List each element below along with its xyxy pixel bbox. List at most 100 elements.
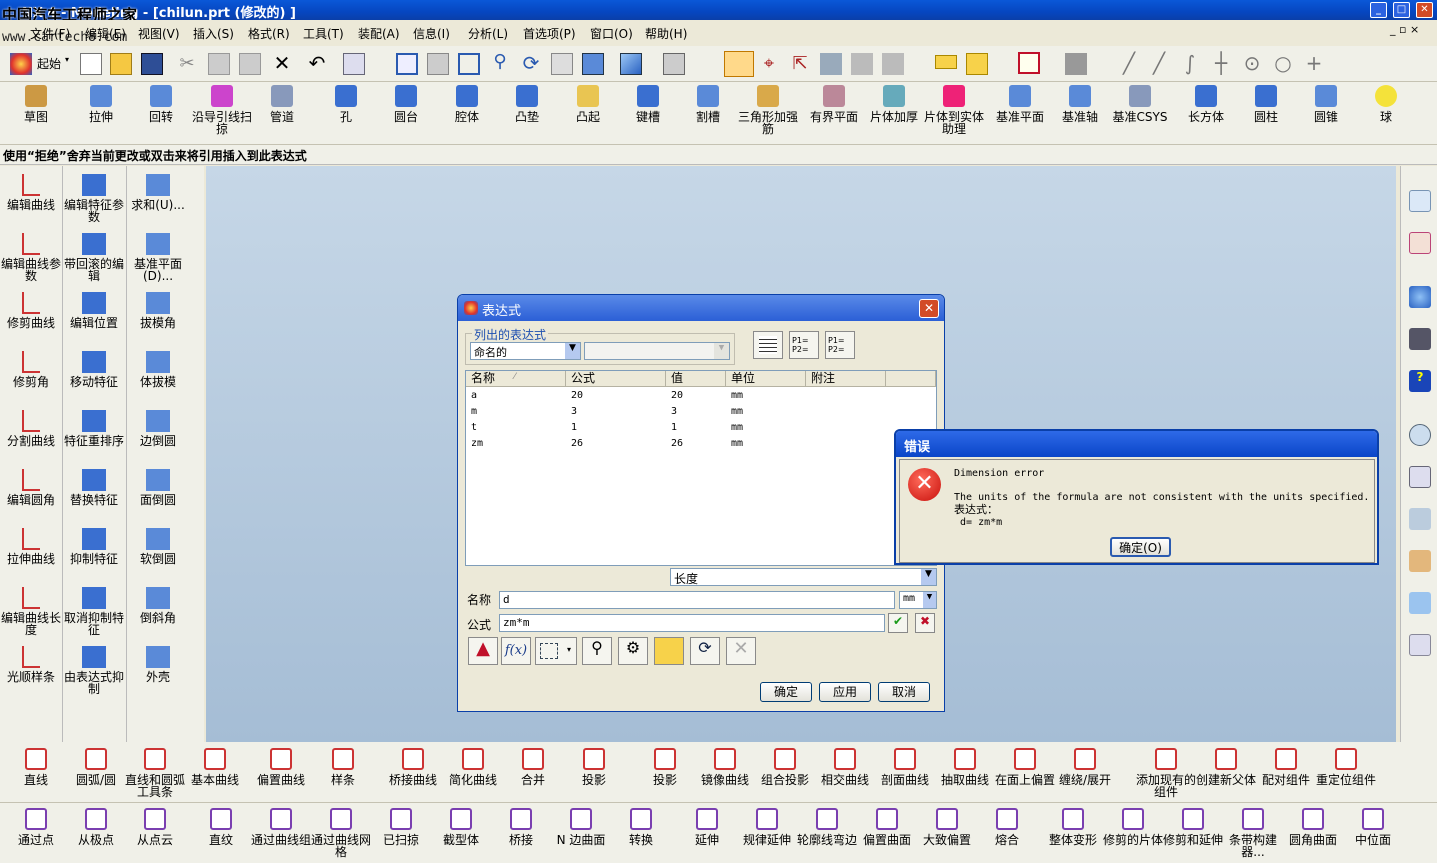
left-col1-item-7[interactable]: 编辑曲线长度 — [0, 587, 62, 636]
zoom-icon[interactable] — [458, 53, 480, 75]
bottom-row1-item-11[interactable]: 镜像曲线 — [695, 748, 755, 786]
bottom-row1-item-15[interactable]: 抽取曲线 — [935, 748, 995, 786]
left-col3-item-4[interactable]: 边倒圆 — [127, 410, 189, 447]
col-formula[interactable]: 公式 — [566, 371, 666, 387]
col-name[interactable]: 名称 — [466, 371, 566, 387]
refresh-button[interactable]: ⟳ — [690, 637, 720, 665]
bottom-row2-item-15[interactable]: 大致偏置 — [917, 808, 977, 846]
link-button[interactable]: ⚲ — [582, 637, 612, 665]
tool-slot[interactable]: 键槽 — [618, 85, 678, 123]
save-icon[interactable] — [141, 53, 163, 75]
tool-emboss[interactable]: 凸起 — [558, 85, 618, 123]
grid-icon[interactable] — [1065, 53, 1087, 75]
web-browser-icon[interactable] — [1409, 286, 1431, 308]
bottom-row1-item-10[interactable]: 投影 — [635, 748, 695, 786]
bottom-row2-item-17[interactable]: 整体变形 — [1043, 808, 1103, 846]
tool-sketch[interactable]: 草图 — [6, 85, 66, 123]
bottom-row2-item-6[interactable]: 已扫掠 — [371, 808, 431, 846]
apply-button[interactable]: 应用 — [819, 682, 871, 702]
system-materials-icon[interactable] — [1409, 508, 1431, 530]
perspective-icon[interactable] — [582, 53, 604, 75]
table-row[interactable] — [466, 420, 936, 436]
bottom-row2-item-21[interactable]: 圆角曲面 — [1283, 808, 1343, 846]
part-navigator-icon[interactable] — [1409, 232, 1431, 254]
tool-sweep[interactable]: 沿导引线扫掠 — [192, 85, 252, 135]
tool-cone[interactable]: 圆锥 — [1296, 85, 1356, 123]
bottom-row1-item-19[interactable]: 创建新父体 — [1196, 748, 1256, 786]
tool-block[interactable]: 长方体 — [1176, 85, 1236, 123]
measure-button[interactable]: ▾ — [535, 637, 577, 665]
roles-icon[interactable] — [1409, 550, 1431, 572]
system-scenes-icon[interactable] — [1409, 592, 1431, 614]
col-unit[interactable]: 单位 — [726, 371, 806, 387]
menu-analysis[interactable]: 分析(L) — [468, 25, 508, 42]
history-icon[interactable] — [1409, 424, 1431, 446]
bottom-row1-item-9[interactable]: 投影 — [564, 748, 624, 786]
tool-pad[interactable]: 凸垫 — [497, 85, 557, 123]
left-col2-item-8[interactable]: 由表达式抑制 — [63, 646, 125, 695]
left-col1-item-1[interactable]: 编辑曲线参数 — [0, 233, 62, 282]
bottom-row2-item-0[interactable]: 通过点 — [6, 808, 66, 846]
start-icon[interactable] — [10, 53, 32, 75]
left-col1-item-5[interactable]: 编辑圆角 — [0, 469, 62, 506]
bottom-row2-item-19[interactable]: 修剪和延伸 — [1163, 808, 1223, 846]
reject-formula-button[interactable]: ✖ — [915, 613, 935, 633]
delete-up-arrow-button[interactable]: ▲ — [468, 637, 498, 665]
name-input[interactable]: d — [499, 591, 895, 609]
palettes-icon[interactable] — [1409, 634, 1431, 656]
point-icon[interactable]: + — [1303, 51, 1325, 75]
bottom-row1-item-16[interactable]: 在面上偏置 — [995, 748, 1055, 786]
menu-file[interactable]: 文件(F) — [30, 25, 70, 42]
tool-datum-axis[interactable]: 基准轴 — [1050, 85, 1110, 123]
tool-sheet-to-solid[interactable]: 片体到实体助理 — [924, 85, 984, 135]
left-col2-item-3[interactable]: 移动特征 — [63, 351, 125, 388]
export-expressions-button[interactable]: P1= P2= — [825, 331, 855, 359]
dimension-type-select[interactable]: 长度 ▼ — [670, 568, 937, 586]
line-icon[interactable]: ╱ — [1118, 51, 1140, 75]
tool-tube[interactable]: 管道 — [252, 85, 312, 123]
doc-window-controls[interactable]: _ ▫ × — [1390, 23, 1419, 36]
left-col3-item-2[interactable]: 拔模角 — [127, 292, 189, 329]
menu-info[interactable]: 信息(I) — [413, 25, 450, 42]
tool-groove[interactable]: 割槽 — [678, 85, 738, 123]
bottom-row2-item-18[interactable]: 修剪的片体 — [1103, 808, 1163, 846]
minimize-button[interactable]: _ — [1370, 2, 1387, 18]
bottom-row1-item-5[interactable]: 样条 — [313, 748, 373, 786]
menu-format[interactable]: 格式(R) — [248, 25, 290, 42]
menu-edit[interactable]: 编辑(E) — [85, 25, 126, 42]
cancel-button[interactable]: 取消 — [878, 682, 930, 702]
snap-icon[interactable] — [1018, 52, 1040, 74]
selection-filter-icon[interactable] — [343, 53, 365, 75]
left-col3-item-7[interactable]: 倒斜角 — [127, 587, 189, 624]
spreadsheet-button[interactable] — [753, 331, 783, 359]
assembly-navigator-icon[interactable] — [1409, 190, 1431, 212]
bottom-row2-item-9[interactable]: N 边曲面 — [551, 808, 611, 846]
function-button[interactable]: f(x) — [501, 637, 531, 665]
left-col2-item-1[interactable]: 带回滚的编辑 — [63, 233, 125, 282]
accept-formula-button[interactable]: ✔ — [888, 613, 908, 633]
menu-tools[interactable]: 工具(T) — [303, 25, 344, 42]
new-file-icon[interactable] — [80, 53, 102, 75]
bottom-row1-item-8[interactable]: 合并 — [503, 748, 563, 786]
reuse-library-icon[interactable] — [1409, 466, 1431, 488]
menu-insert[interactable]: 插入(S) — [193, 25, 234, 42]
menu-help[interactable]: 帮助(H) — [645, 25, 687, 42]
left-col1-item-2[interactable]: 修剪曲线 — [0, 292, 62, 329]
bottom-row2-item-2[interactable]: 从点云 — [125, 808, 185, 846]
tool-thicken[interactable]: 片体加厚 — [864, 85, 924, 123]
menu-preferences[interactable]: 首选项(P) — [523, 25, 576, 42]
col-comment[interactable]: 附注 — [806, 371, 886, 387]
tool-pocket[interactable]: 腔体 — [437, 85, 497, 123]
bottom-row2-item-4[interactable]: 通过曲线组 — [251, 808, 311, 846]
bottom-row2-item-14[interactable]: 偏置曲面 — [857, 808, 917, 846]
shaded-view-icon[interactable] — [620, 53, 642, 75]
tool-datum-csys[interactable]: 基准CSYS — [1110, 85, 1170, 123]
error-ok-button[interactable]: 确定(O) — [1110, 537, 1171, 557]
tool-datum-plane[interactable]: 基准平面 — [990, 85, 1050, 123]
bottom-row1-item-20[interactable]: 配对组件 — [1256, 748, 1316, 786]
bottom-row1-item-18[interactable]: 添加现有的组件 — [1136, 748, 1196, 798]
plane-icon[interactable] — [851, 53, 873, 75]
tool-hole[interactable]: 孔 — [316, 85, 376, 123]
tool-cylinder[interactable]: 圆柱 — [1236, 85, 1296, 123]
ok-button[interactable]: 确定 — [760, 682, 812, 702]
